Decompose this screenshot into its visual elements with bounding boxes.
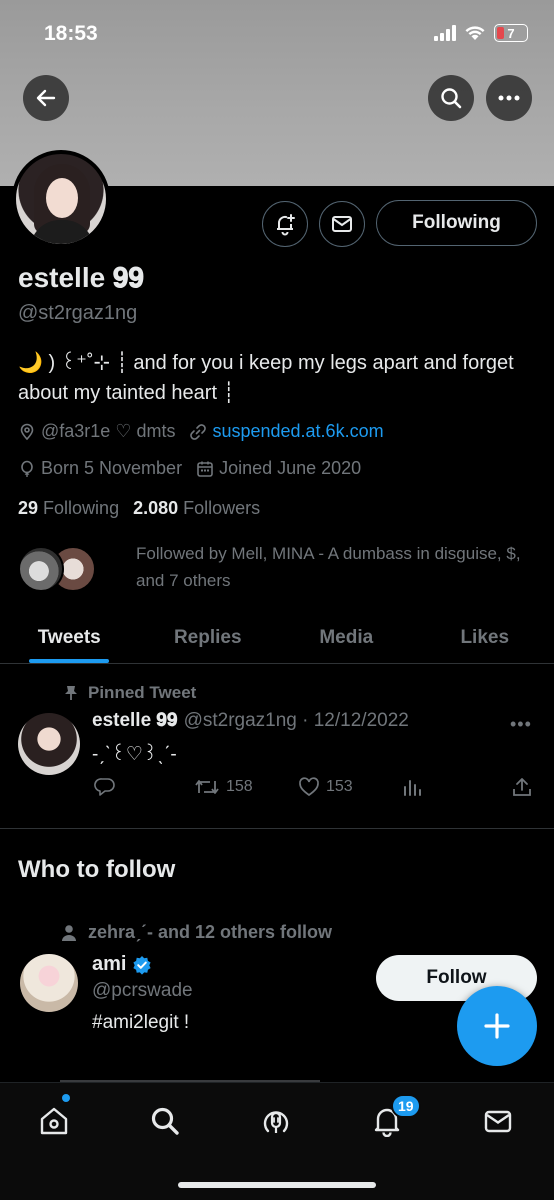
person-icon — [62, 924, 76, 941]
who-to-follow-context-text: zehraˏˊ- and 12 others follow — [88, 922, 333, 942]
heart-icon — [299, 777, 319, 797]
suggested-user-avatar[interactable] — [20, 954, 78, 1012]
battery-icon: 7 — [494, 24, 528, 42]
profile-notifications-button[interactable] — [262, 201, 308, 247]
who-to-follow-title: Who to follow — [18, 856, 176, 883]
followers-label: Followers — [183, 498, 261, 518]
location-text: @fa3r1e ♡ dmts — [41, 421, 176, 441]
share-icon — [513, 778, 531, 796]
joined-text: Joined June 2020 — [219, 458, 362, 478]
reply-button[interactable] — [94, 777, 116, 797]
bell-plus-icon — [277, 214, 295, 236]
nav-home[interactable] — [36, 1103, 72, 1139]
nav-messages[interactable] — [480, 1103, 516, 1139]
profile-tabs: Tweets Replies Media Likes — [0, 612, 554, 664]
tweet-actions: 158 153 — [92, 777, 537, 803]
balloon-icon — [21, 460, 33, 477]
share-button[interactable] — [512, 777, 532, 797]
spaces-microphone-icon — [263, 1111, 289, 1133]
tab-likes[interactable]: Likes — [416, 612, 554, 663]
home-icon — [40, 1107, 68, 1135]
tweet-text: -ˏˋ꒰♡꒱ˎˊ- — [92, 744, 177, 765]
verified-badge-icon — [133, 955, 152, 975]
profile-meta-row-2: Born 5 November Joined June 2020 — [18, 458, 375, 479]
tab-media[interactable]: Media — [277, 612, 416, 663]
views-chart-icon — [404, 780, 421, 796]
following-count: 29 — [18, 498, 39, 518]
envelope-icon — [332, 216, 352, 232]
following-label: Following — [43, 498, 120, 518]
location-pin-icon — [20, 423, 34, 440]
profile-meta-row-1: @fa3r1e ♡ dmts suspended.at.6k.com — [18, 421, 398, 442]
website-item[interactable]: suspended.at.6k.com — [189, 421, 384, 442]
more-dots-icon — [498, 95, 520, 101]
suggested-user-name: ami — [92, 953, 127, 975]
suggested-user-handle: @pcrswade — [92, 980, 193, 1001]
following-count-link[interactable]: 29 Following — [18, 498, 119, 519]
follow-counts: 29 Following 2.080 Followers — [18, 498, 260, 519]
retweet-count: 158 — [226, 778, 253, 795]
followers-count-link[interactable]: 2.080 Followers — [133, 498, 260, 519]
search-icon — [151, 1107, 179, 1135]
status-icons: 7 — [434, 24, 528, 42]
tab-tweets[interactable]: Tweets — [0, 612, 139, 663]
profile-handle: @st2rgaz1ng — [18, 302, 138, 324]
like-count: 153 — [326, 778, 353, 795]
pinned-label: Pinned Tweet — [88, 683, 197, 702]
retweet-button[interactable]: 158 — [194, 777, 253, 797]
link-icon — [190, 423, 207, 440]
profile-avatar[interactable] — [12, 150, 110, 248]
who-to-follow-context: zehraˏˊ- and 12 others follow — [60, 922, 332, 943]
back-button[interactable] — [23, 75, 69, 121]
profile-display-name: estelle 𝟗𝟗 — [18, 262, 145, 293]
plus-icon — [484, 1013, 510, 1039]
calendar-icon — [197, 461, 213, 477]
nav-spaces[interactable] — [258, 1103, 294, 1139]
more-button[interactable] — [486, 75, 532, 121]
compose-tweet-button[interactable] — [457, 986, 537, 1066]
following-button[interactable]: Following — [376, 200, 537, 246]
nav-search[interactable] — [147, 1103, 183, 1139]
tweet-more-icon[interactable]: ••• — [510, 714, 532, 735]
tweet-author-avatar[interactable] — [18, 713, 80, 775]
notifications-badge: 19 — [391, 1094, 421, 1118]
suggested-user-name-row[interactable]: ami — [92, 953, 152, 976]
status-time: 18:53 — [44, 22, 98, 45]
profile-bio: 🌙 ) ꒰⁺˚⊹ ┊ and for you i keep my legs ap… — [18, 352, 514, 404]
envelope-icon — [484, 1110, 512, 1133]
followed-by-text[interactable]: Followed by Mell, MINA - A dumbass in di… — [136, 540, 536, 594]
signal-icon — [434, 25, 456, 41]
avatar — [18, 546, 64, 592]
reply-icon — [94, 778, 115, 796]
search-button[interactable] — [428, 75, 474, 121]
battery-level: 7 — [507, 25, 515, 41]
pinned-indicator: Pinned Tweet — [64, 683, 196, 703]
birthday-item: Born 5 November — [18, 458, 182, 479]
tab-replies[interactable]: Replies — [139, 612, 278, 663]
like-button[interactable]: 153 — [298, 777, 353, 797]
search-icon — [441, 88, 462, 109]
home-unread-dot — [62, 1094, 70, 1102]
suggested-user-bio: #ami2legit ! — [92, 1012, 190, 1033]
wifi-icon — [465, 26, 485, 40]
followers-count: 2.080 — [133, 498, 179, 518]
section-divider — [0, 828, 554, 829]
joined-item: Joined June 2020 — [196, 458, 361, 479]
home-indicator[interactable] — [178, 1182, 376, 1188]
tweet-header: estelle 𝟗𝟗 @st2rgaz1ng · 12/12/2022 — [92, 710, 409, 732]
website-link[interactable]: suspended.at.6k.com — [212, 421, 383, 442]
tweet-handle-date: @st2rgaz1ng · 12/12/2022 — [183, 710, 409, 731]
tweet-author-name[interactable]: estelle 𝟗𝟗 — [92, 710, 178, 732]
birthday-text: Born 5 November — [41, 458, 183, 478]
status-bar: 18:53 7 — [0, 0, 554, 70]
followed-by-avatars[interactable] — [18, 546, 98, 592]
pin-icon — [65, 686, 77, 700]
message-button[interactable] — [319, 201, 365, 247]
arrow-left-icon — [36, 89, 56, 107]
retweet-icon — [195, 780, 219, 794]
location-item: @fa3r1e ♡ dmts — [18, 421, 175, 442]
views-button[interactable] — [402, 777, 422, 797]
